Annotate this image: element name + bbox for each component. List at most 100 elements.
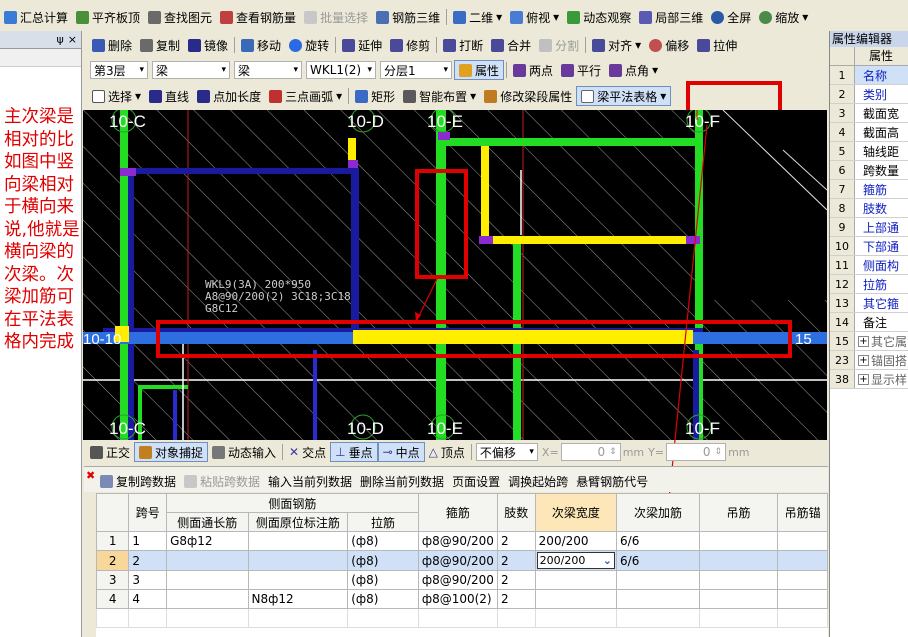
- table-row[interactable]: 2 2 (ф8) ф8@90/200 2 200/200 ⌄ 6/6: [95, 550, 828, 571]
- cell-width[interactable]: [534, 570, 618, 590]
- page-setup-button[interactable]: 页面设置: [448, 471, 504, 491]
- trim-button[interactable]: 修剪: [386, 35, 434, 55]
- rebar-3d-button[interactable]: 钢筋三维: [372, 7, 444, 27]
- property-row[interactable]: 38 + 显示样: [830, 370, 908, 389]
- cell-long[interactable]: [166, 589, 249, 609]
- cell-width[interactable]: 200/200: [534, 531, 618, 551]
- property-row[interactable]: 5 轴线距: [830, 142, 908, 161]
- input-column-data-button[interactable]: 输入当前列数据: [264, 471, 356, 491]
- cell-hanger[interactable]: [698, 589, 779, 609]
- cell-add[interactable]: 6/6: [616, 550, 700, 571]
- rectangle-button[interactable]: 矩形: [351, 86, 399, 106]
- perpendicular-snap[interactable]: ⊥ 垂点: [330, 442, 378, 462]
- cell-legs[interactable]: 2: [496, 589, 536, 609]
- properties-button[interactable]: 属性: [454, 60, 505, 80]
- swap-start-span-button[interactable]: 调换起始跨: [504, 471, 572, 491]
- property-row[interactable]: 9 上部通: [830, 218, 908, 237]
- property-row[interactable]: 4 截面高: [830, 123, 908, 142]
- cell-span[interactable]: 2: [128, 550, 168, 571]
- align-dropdown[interactable]: 对齐 ▾: [588, 35, 645, 55]
- cell-hanger-anchor[interactable]: [777, 589, 828, 609]
- smart-layout-dropdown[interactable]: 智能布置 ▾: [399, 86, 480, 106]
- cell-stir[interactable]: ф8@90/200: [417, 550, 498, 571]
- extend-button[interactable]: 延伸: [338, 35, 386, 55]
- cell-hanger[interactable]: [698, 531, 779, 551]
- delete-column-data-button[interactable]: 删除当前列数据: [356, 471, 448, 491]
- table-row[interactable]: 3 3 (ф8) ф8@90/200 2: [95, 570, 828, 590]
- cell-hanger[interactable]: [698, 570, 779, 590]
- property-row[interactable]: 12 拉筋: [830, 275, 908, 294]
- cell-pos[interactable]: [247, 570, 349, 590]
- property-row[interactable]: 10 下部通: [830, 237, 908, 256]
- y-offset-input[interactable]: 0 ⇕: [666, 443, 727, 461]
- cell-long[interactable]: [166, 550, 249, 571]
- point-angle-button[interactable]: 点角 ▾: [605, 60, 662, 80]
- merge-button[interactable]: 合并: [487, 35, 535, 55]
- dynamic-input-toggle[interactable]: 动态输入: [208, 442, 280, 462]
- split-button[interactable]: 分割: [535, 35, 583, 55]
- cell-span[interactable]: 3: [128, 570, 168, 590]
- cell-legs[interactable]: 2: [496, 550, 536, 571]
- local-3d-button[interactable]: 局部三维: [635, 7, 707, 27]
- property-row[interactable]: 1 名称: [830, 66, 908, 85]
- property-row[interactable]: 3 截面宽: [830, 104, 908, 123]
- cell-tie[interactable]: (ф8): [347, 550, 419, 571]
- cell-tie[interactable]: (ф8): [347, 589, 419, 609]
- cell-long[interactable]: [166, 570, 249, 590]
- mirror-button[interactable]: 镜像: [184, 35, 232, 55]
- cell-tie[interactable]: (ф8): [347, 570, 419, 590]
- type-select[interactable]: 梁 ▾: [234, 61, 302, 79]
- dynamic-observe-button[interactable]: 动态观察: [563, 7, 635, 27]
- paste-span-data-button[interactable]: 粘贴跨数据: [180, 471, 264, 491]
- property-row[interactable]: 11 侧面构: [830, 256, 908, 275]
- rotate-button[interactable]: 旋转: [285, 35, 333, 55]
- view-rebar-button[interactable]: 查看钢筋量: [216, 7, 300, 27]
- floor-select[interactable]: 第3层 ▾: [90, 61, 148, 79]
- property-row[interactable]: 23 + 锚固搭: [830, 351, 908, 370]
- cell-add[interactable]: 6/6: [616, 531, 700, 551]
- category-select[interactable]: 梁 ▾: [152, 61, 230, 79]
- cell-legs[interactable]: 2: [496, 570, 536, 590]
- line-button[interactable]: 直线: [145, 86, 193, 106]
- summary-calc-button[interactable]: 汇总计算: [0, 7, 72, 27]
- top-view-dropdown[interactable]: 俯视 ▾: [506, 7, 563, 27]
- delete-button[interactable]: 删除: [88, 35, 136, 55]
- property-row[interactable]: 2 类别: [830, 85, 908, 104]
- chevron-down-icon[interactable]: ⌄: [603, 554, 612, 567]
- beam-table-button[interactable]: 梁平法表格 ▾: [576, 86, 672, 106]
- property-row[interactable]: 8 肢数: [830, 199, 908, 218]
- property-row[interactable]: 15 + 其它属: [830, 332, 908, 351]
- table-row[interactable]: 4 4 N8ф12 (ф8) ф8@100(2) 2: [95, 589, 828, 609]
- two-point-button[interactable]: 两点: [509, 60, 557, 80]
- close-table-icon[interactable]: ✖: [86, 469, 95, 482]
- find-element-button[interactable]: 查找图元: [144, 7, 216, 27]
- view-2d-dropdown[interactable]: 二维 ▾: [449, 7, 506, 27]
- layer-select[interactable]: 分层1 ▾: [380, 61, 452, 79]
- cell-width[interactable]: 200/200 ⌄: [534, 550, 618, 571]
- cell-width[interactable]: [534, 589, 618, 609]
- object-snap-toggle[interactable]: 对象捕捉: [134, 442, 209, 462]
- three-point-arc-dropdown[interactable]: 三点画弧 ▾: [265, 86, 346, 106]
- offset-mode-select[interactable]: 不偏移 ▾: [475, 443, 538, 461]
- ortho-toggle[interactable]: 正交: [86, 442, 134, 462]
- secondary-width-combo[interactable]: 200/200 ⌄: [536, 552, 616, 569]
- expand-icon[interactable]: +: [858, 354, 869, 366]
- midpoint-snap[interactable]: ⊸ 中点: [377, 442, 425, 462]
- cell-hanger-anchor[interactable]: [777, 531, 828, 551]
- cell-pos[interactable]: [247, 531, 349, 551]
- cell-long[interactable]: G8ф12: [166, 531, 249, 551]
- property-row[interactable]: 7 箍筋: [830, 180, 908, 199]
- break-button[interactable]: 打断: [439, 35, 487, 55]
- property-row[interactable]: 14 备注: [830, 313, 908, 332]
- expand-icon[interactable]: +: [858, 335, 869, 347]
- cell-add[interactable]: [616, 589, 700, 609]
- copy-button[interactable]: 复制: [136, 35, 184, 55]
- parallel-button[interactable]: 平行: [557, 60, 605, 80]
- table-row[interactable]: 1 1 G8ф12 (ф8) ф8@90/200 2 200/200 6/6: [95, 531, 828, 551]
- cell-stir[interactable]: ф8@100(2): [417, 589, 498, 609]
- property-row[interactable]: 13 其它箍: [830, 294, 908, 313]
- x-offset-input[interactable]: 0 ⇕: [560, 443, 621, 461]
- property-row[interactable]: 6 跨数量: [830, 161, 908, 180]
- offset-button[interactable]: 偏移: [645, 35, 693, 55]
- cantilever-code-button[interactable]: 悬臂钢筋代号: [572, 471, 652, 491]
